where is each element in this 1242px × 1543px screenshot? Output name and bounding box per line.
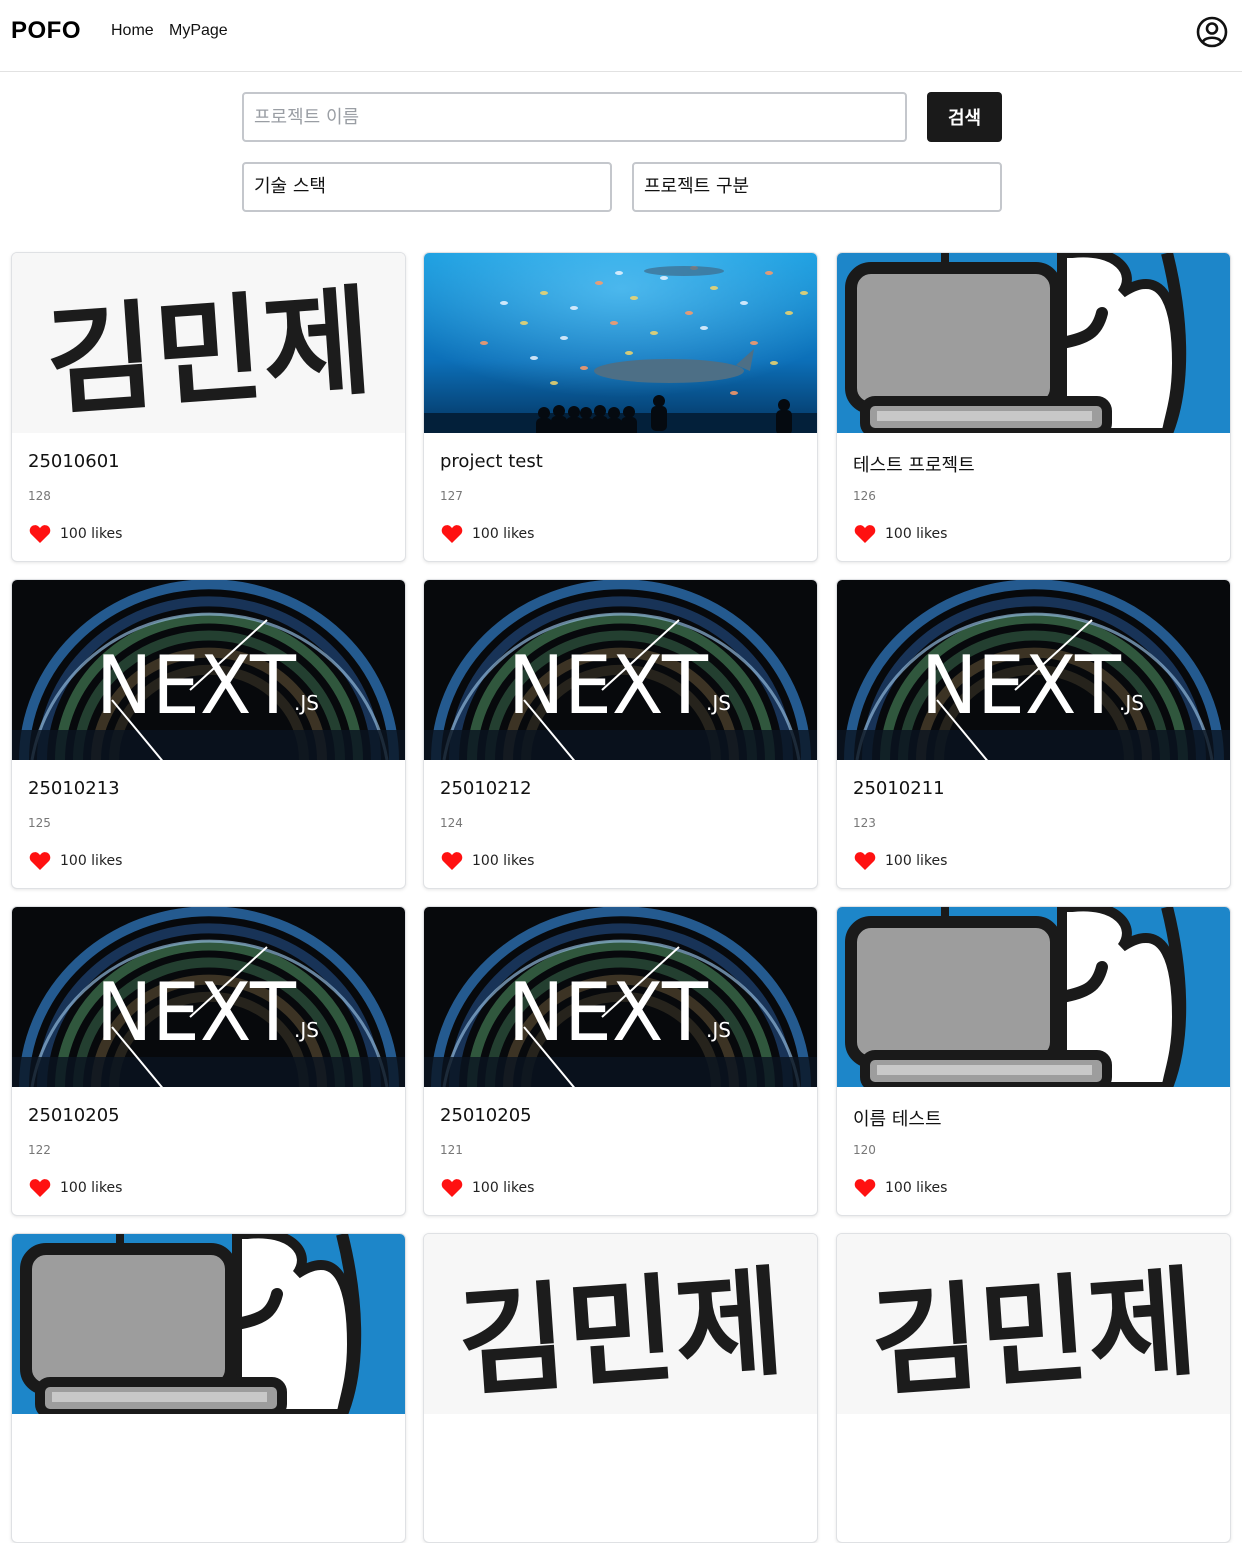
project-title[interactable]: 25010205 <box>440 1105 532 1126</box>
project-card[interactable]: project test 127 100 likes <box>423 252 818 562</box>
svg-text:김민제: 김민제 <box>867 1253 1202 1413</box>
heart-icon[interactable] <box>29 524 51 544</box>
like-count: 100 likes <box>885 526 948 542</box>
project-title[interactable]: 25010212 <box>440 778 532 799</box>
nav-link-mypage[interactable]: MyPage <box>169 22 228 40</box>
project-thumbnail[interactable]: NEXT .JS <box>12 580 405 760</box>
project-id: 125 <box>28 816 51 830</box>
project-card[interactable]: 이름 테스트 120 100 likes <box>836 906 1231 1216</box>
like-count: 100 likes <box>60 526 123 542</box>
project-id: 120 <box>853 1143 876 1157</box>
project-id: 123 <box>853 816 876 830</box>
project-id: 122 <box>28 1143 51 1157</box>
like-count: 100 likes <box>472 1180 535 1196</box>
svg-text:.JS: .JS <box>706 1018 731 1042</box>
project-card[interactable]: NEXT .JS 25010212 124 100 likes <box>423 579 818 889</box>
laptop-cartoon-thumbnail <box>12 1234 405 1414</box>
like-count: 100 likes <box>472 526 535 542</box>
project-card[interactable]: 테스트 프로젝트 126 100 likes <box>836 252 1231 562</box>
heart-icon[interactable] <box>441 851 463 871</box>
project-thumbnail[interactable]: 김민제 <box>837 1234 1230 1414</box>
heart-icon[interactable] <box>441 524 463 544</box>
project-id: 121 <box>440 1143 463 1157</box>
svg-text:김민제: 김민제 <box>42 272 377 432</box>
project-thumbnail[interactable]: NEXT .JS <box>424 580 817 760</box>
svg-text:.JS: .JS <box>1119 691 1144 715</box>
svg-text:.JS: .JS <box>294 691 319 715</box>
nextjs-thumbnail: NEXT.JS <box>837 580 1230 760</box>
laptop-cartoon-thumbnail <box>837 907 1230 1087</box>
project-card[interactable]: NEXT .JS 25010205 122 100 likes <box>11 906 406 1216</box>
project-card[interactable]: 김민제 25010601 128 100 likes <box>11 252 406 562</box>
handwriting-thumbnail: 김민제 <box>12 253 405 433</box>
project-card[interactable]: NEXT .JS 25010213 125 100 likes <box>11 579 406 889</box>
project-id: 124 <box>440 816 463 830</box>
nav-link-home[interactable]: Home <box>111 22 154 40</box>
user-profile-icon[interactable] <box>1196 16 1228 48</box>
project-title[interactable]: 25010213 <box>28 778 120 799</box>
project-name-search-input[interactable] <box>242 92 907 142</box>
nextjs-thumbnail: NEXT.JS <box>424 907 817 1087</box>
svg-text:.JS: .JS <box>294 1018 319 1042</box>
project-thumbnail[interactable] <box>837 253 1230 433</box>
site-logo[interactable]: POFO <box>11 17 81 45</box>
project-thumbnail[interactable] <box>424 253 817 433</box>
top-navbar: POFO Home MyPage <box>0 0 1242 72</box>
project-card[interactable]: NEXT .JS 25010211 123 100 likes <box>836 579 1231 889</box>
heart-icon[interactable] <box>29 851 51 871</box>
project-card[interactable]: 김민제 <box>423 1233 818 1543</box>
project-thumbnail[interactable]: NEXT .JS <box>12 907 405 1087</box>
svg-text:.JS: .JS <box>706 691 731 715</box>
project-thumbnail[interactable] <box>837 907 1230 1087</box>
project-id: 126 <box>853 489 876 503</box>
project-thumbnail[interactable]: NEXT .JS <box>837 580 1230 760</box>
project-thumbnail[interactable]: 김민제 <box>12 253 405 433</box>
like-count: 100 likes <box>885 853 948 869</box>
tech-stack-select[interactable]: 기술 스택 <box>242 162 612 212</box>
project-id: 127 <box>440 489 463 503</box>
project-card[interactable]: NEXT .JS 25010205 121 100 likes <box>423 906 818 1216</box>
project-thumbnail[interactable]: NEXT .JS <box>424 907 817 1087</box>
heart-icon[interactable] <box>854 524 876 544</box>
project-title[interactable]: 25010601 <box>28 451 120 472</box>
nextjs-thumbnail: NEXT.JS <box>424 580 817 760</box>
heart-icon[interactable] <box>854 851 876 871</box>
heart-icon[interactable] <box>29 1178 51 1198</box>
like-count: 100 likes <box>60 853 123 869</box>
project-title[interactable]: project test <box>440 451 543 472</box>
project-title[interactable]: 이름 테스트 <box>853 1105 942 1131</box>
search-button[interactable]: 검색 <box>927 92 1002 142</box>
nextjs-thumbnail: NEXT.JS <box>12 907 405 1087</box>
like-count: 100 likes <box>60 1180 123 1196</box>
project-thumbnail[interactable]: 김민제 <box>424 1234 817 1414</box>
heart-icon[interactable] <box>854 1178 876 1198</box>
project-title[interactable]: 테스트 프로젝트 <box>853 451 975 477</box>
project-type-select[interactable]: 프로젝트 구분 <box>632 162 1002 212</box>
project-card[interactable]: 김민제 <box>836 1233 1231 1543</box>
project-thumbnail[interactable] <box>12 1234 405 1414</box>
laptop-cartoon-thumbnail <box>837 253 1230 433</box>
handwriting-thumbnail: 김민제 <box>837 1234 1230 1414</box>
project-title[interactable]: 25010211 <box>853 778 945 799</box>
handwriting-thumbnail: 김민제 <box>424 1234 817 1414</box>
like-count: 100 likes <box>885 1180 948 1196</box>
svg-text:김민제: 김민제 <box>454 1253 789 1413</box>
nextjs-thumbnail: NEXT.JS <box>12 580 405 760</box>
heart-icon[interactable] <box>441 1178 463 1198</box>
aquarium-thumbnail <box>424 253 817 433</box>
project-card[interactable] <box>11 1233 406 1543</box>
like-count: 100 likes <box>472 853 535 869</box>
project-id: 128 <box>28 489 51 503</box>
project-title[interactable]: 25010205 <box>28 1105 120 1126</box>
